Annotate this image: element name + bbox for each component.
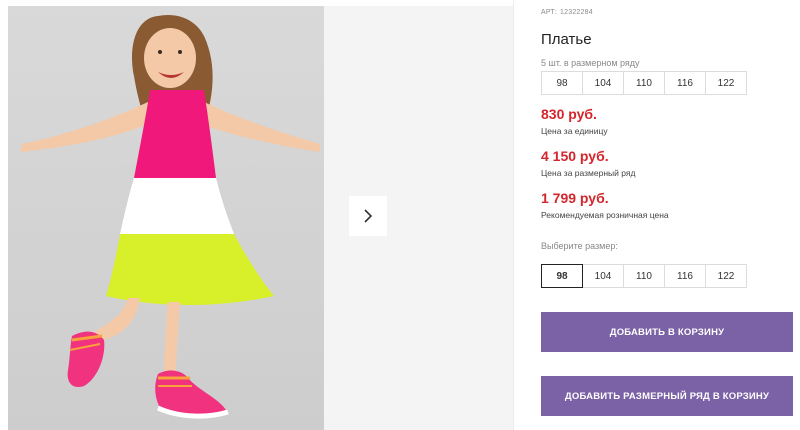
size-row-item: 122 <box>705 71 747 95</box>
size-picker-caption: Выберите размер: <box>541 241 618 251</box>
size-row-caption: 5 шт. в размерном ряду <box>541 58 640 68</box>
size-option-104[interactable]: 104 <box>582 264 624 288</box>
size-option-110[interactable]: 110 <box>623 264 665 288</box>
size-row-item: 98 <box>541 71 583 95</box>
add-size-row-to-cart-button[interactable]: ДОБАВИТЬ РАЗМЕРНЫЙ РЯД В КОРЗИНУ <box>541 376 793 416</box>
size-option-122[interactable]: 122 <box>705 264 747 288</box>
size-picker: 98 104 110 116 122 <box>541 264 747 288</box>
add-to-cart-button[interactable]: ДОБАВИТЬ В КОРЗИНУ <box>541 312 793 352</box>
retail-price-label: Рекомендуемая розничная цена <box>541 210 669 220</box>
size-option-98[interactable]: 98 <box>541 264 583 288</box>
size-row-list: 98 104 110 116 122 <box>541 71 747 95</box>
size-row-item: 110 <box>623 71 665 95</box>
article-label: АРТ: <box>541 9 558 16</box>
product-photo <box>8 6 324 430</box>
article-number: АРТ: 12322284 <box>541 9 596 16</box>
girl-in-dress-illustration <box>20 14 320 419</box>
retail-price: 1 799 руб. <box>541 190 609 206</box>
product-gallery <box>0 0 514 430</box>
chevron-right-icon <box>364 209 373 223</box>
size-row-item: 116 <box>664 71 706 95</box>
size-row-price-label: Цена за размерный ряд <box>541 168 636 178</box>
product-title: Платье <box>541 31 592 48</box>
gallery-next-button[interactable] <box>349 196 387 236</box>
unit-price: 830 руб. <box>541 106 597 122</box>
size-row-item: 104 <box>582 71 624 95</box>
size-option-116[interactable]: 116 <box>664 264 706 288</box>
size-row-price: 4 150 руб. <box>541 148 609 164</box>
unit-price-label: Цена за единицу <box>541 126 608 136</box>
article-value: 12322284 <box>560 9 593 16</box>
